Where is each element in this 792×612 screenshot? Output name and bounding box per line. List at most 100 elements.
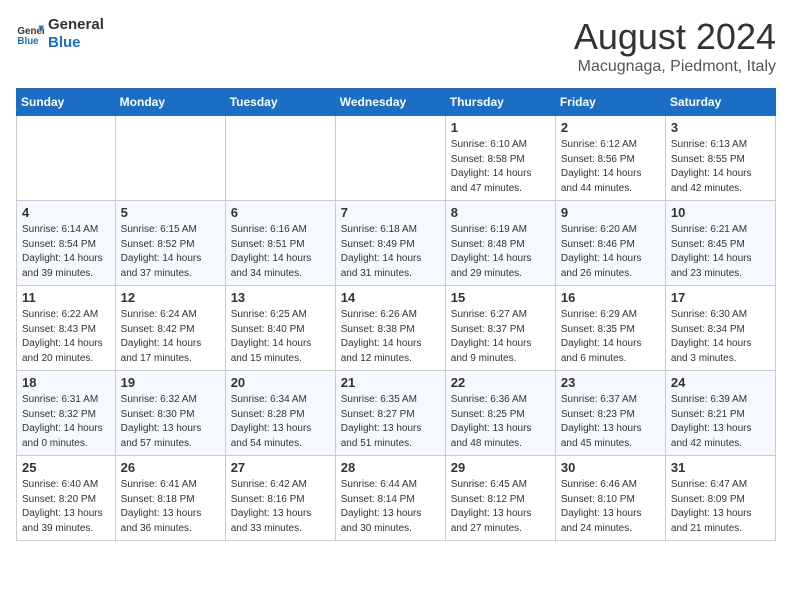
day-number: 7 [341, 205, 440, 220]
day-info: Sunrise: 6:14 AM Sunset: 8:54 PM Dayligh… [22, 223, 110, 281]
page-header: General Blue General Blue August 2024 Ma… [16, 16, 776, 76]
day-info: Sunrise: 6:26 AM Sunset: 8:38 PM Dayligh… [341, 308, 440, 366]
weekday-header-friday: Friday [555, 89, 665, 116]
day-info: Sunrise: 6:22 AM Sunset: 8:43 PM Dayligh… [22, 308, 110, 366]
day-number: 19 [121, 375, 220, 390]
day-number: 13 [231, 290, 330, 305]
calendar-cell: 31Sunrise: 6:47 AM Sunset: 8:09 PM Dayli… [665, 456, 775, 541]
day-info: Sunrise: 6:34 AM Sunset: 8:28 PM Dayligh… [231, 393, 330, 451]
day-info: Sunrise: 6:21 AM Sunset: 8:45 PM Dayligh… [671, 223, 770, 281]
calendar-week-2: 4 Sunrise: 6:14 AM Sunset: 8:54 PM Daylig… [17, 201, 776, 286]
day-info: Sunrise: 6:36 AM Sunset: 8:25 PM Dayligh… [451, 393, 550, 451]
day-number: 9 [561, 205, 660, 220]
calendar-cell: 24Sunrise: 6:39 AM Sunset: 8:21 PM Dayli… [665, 371, 775, 456]
day-number: 5 [121, 205, 220, 220]
logo-icon: General Blue [16, 20, 44, 48]
calendar-cell: 10 Sunrise: 6:21 AM Sunset: 8:45 PM Dayli… [665, 201, 775, 286]
calendar-cell: 6 Sunrise: 6:16 AM Sunset: 8:51 PM Daylig… [225, 201, 335, 286]
day-info: Sunrise: 6:30 AM Sunset: 8:34 PM Dayligh… [671, 308, 770, 366]
day-number: 16 [561, 290, 660, 305]
day-info: Sunrise: 6:42 AM Sunset: 8:16 PM Dayligh… [231, 478, 330, 536]
weekday-header-row: SundayMondayTuesdayWednesdayThursdayFrid… [17, 89, 776, 116]
day-number: 21 [341, 375, 440, 390]
logo-line2: Blue [48, 34, 104, 52]
day-number: 25 [22, 460, 110, 475]
day-number: 3 [671, 120, 770, 135]
weekday-header-monday: Monday [115, 89, 225, 116]
day-info: Sunrise: 6:37 AM Sunset: 8:23 PM Dayligh… [561, 393, 660, 451]
day-number: 30 [561, 460, 660, 475]
day-number: 18 [22, 375, 110, 390]
day-info: Sunrise: 6:15 AM Sunset: 8:52 PM Dayligh… [121, 223, 220, 281]
calendar-cell: 20 Sunrise: 6:34 AM Sunset: 8:28 PM Dayli… [225, 371, 335, 456]
day-info: Sunrise: 6:10 AM Sunset: 8:58 PM Dayligh… [451, 138, 550, 196]
calendar-cell: 23 Sunrise: 6:37 AM Sunset: 8:23 PM Dayli… [555, 371, 665, 456]
calendar-body: 1 Sunrise: 6:10 AM Sunset: 8:58 PM Daylig… [17, 116, 776, 541]
day-number: 4 [22, 205, 110, 220]
calendar-cell: 7 Sunrise: 6:18 AM Sunset: 8:49 PM Daylig… [335, 201, 445, 286]
day-number: 28 [341, 460, 440, 475]
calendar-cell: 27Sunrise: 6:42 AM Sunset: 8:16 PM Dayli… [225, 456, 335, 541]
calendar-cell: 29Sunrise: 6:45 AM Sunset: 8:12 PM Dayli… [445, 456, 555, 541]
day-info: Sunrise: 6:35 AM Sunset: 8:27 PM Dayligh… [341, 393, 440, 451]
day-info: Sunrise: 6:31 AM Sunset: 8:32 PM Dayligh… [22, 393, 110, 451]
day-info: Sunrise: 6:16 AM Sunset: 8:51 PM Dayligh… [231, 223, 330, 281]
day-number: 17 [671, 290, 770, 305]
calendar-cell: 28 Sunrise: 6:44 AM Sunset: 8:14 PM Dayli… [335, 456, 445, 541]
day-number: 11 [22, 290, 110, 305]
calendar-cell [225, 116, 335, 201]
calendar-week-1: 1 Sunrise: 6:10 AM Sunset: 8:58 PM Daylig… [17, 116, 776, 201]
weekday-header-wednesday: Wednesday [335, 89, 445, 116]
day-info: Sunrise: 6:18 AM Sunset: 8:49 PM Dayligh… [341, 223, 440, 281]
day-info: Sunrise: 6:47 AM Sunset: 8:09 PM Dayligh… [671, 478, 770, 536]
day-info: Sunrise: 6:13 AM Sunset: 8:55 PM Dayligh… [671, 138, 770, 196]
day-number: 23 [561, 375, 660, 390]
calendar-week-4: 18 Sunrise: 6:31 AM Sunset: 8:32 PM Dayli… [17, 371, 776, 456]
calendar-cell: 18 Sunrise: 6:31 AM Sunset: 8:32 PM Dayli… [17, 371, 116, 456]
logo: General Blue General Blue [16, 16, 104, 52]
calendar-cell: 30Sunrise: 6:46 AM Sunset: 8:10 PM Dayli… [555, 456, 665, 541]
calendar-cell [335, 116, 445, 201]
calendar-week-3: 11 Sunrise: 6:22 AM Sunset: 8:43 PM Dayli… [17, 286, 776, 371]
calendar-cell: 12 Sunrise: 6:24 AM Sunset: 8:42 PM Dayli… [115, 286, 225, 371]
calendar-cell: 15 Sunrise: 6:27 AM Sunset: 8:37 PM Dayli… [445, 286, 555, 371]
day-info: Sunrise: 6:44 AM Sunset: 8:14 PM Dayligh… [341, 478, 440, 536]
day-number: 15 [451, 290, 550, 305]
calendar-cell: 26 Sunrise: 6:41 AM Sunset: 8:18 PM Dayli… [115, 456, 225, 541]
calendar-cell: 1 Sunrise: 6:10 AM Sunset: 8:58 PM Daylig… [445, 116, 555, 201]
calendar-cell: 13 Sunrise: 6:25 AM Sunset: 8:40 PM Dayli… [225, 286, 335, 371]
day-number: 8 [451, 205, 550, 220]
weekday-header-sunday: Sunday [17, 89, 116, 116]
svg-text:Blue: Blue [17, 36, 39, 47]
calendar-cell: 8Sunrise: 6:19 AM Sunset: 8:48 PM Daylig… [445, 201, 555, 286]
day-info: Sunrise: 6:41 AM Sunset: 8:18 PM Dayligh… [121, 478, 220, 536]
day-info: Sunrise: 6:27 AM Sunset: 8:37 PM Dayligh… [451, 308, 550, 366]
calendar-cell: 17 Sunrise: 6:30 AM Sunset: 8:34 PM Dayli… [665, 286, 775, 371]
day-info: Sunrise: 6:24 AM Sunset: 8:42 PM Dayligh… [121, 308, 220, 366]
calendar-cell: 9Sunrise: 6:20 AM Sunset: 8:46 PM Daylig… [555, 201, 665, 286]
month-title: August 2024 [574, 16, 776, 58]
day-number: 1 [451, 120, 550, 135]
day-number: 10 [671, 205, 770, 220]
day-number: 26 [121, 460, 220, 475]
day-number: 20 [231, 375, 330, 390]
day-number: 6 [231, 205, 330, 220]
day-info: Sunrise: 6:25 AM Sunset: 8:40 PM Dayligh… [231, 308, 330, 366]
calendar-cell: 4 Sunrise: 6:14 AM Sunset: 8:54 PM Daylig… [17, 201, 116, 286]
location-title: Macugnaga, Piedmont, Italy [574, 58, 776, 76]
calendar-cell: 5 Sunrise: 6:15 AM Sunset: 8:52 PM Daylig… [115, 201, 225, 286]
title-block: August 2024 Macugnaga, Piedmont, Italy [574, 16, 776, 76]
calendar-week-5: 25Sunrise: 6:40 AM Sunset: 8:20 PM Dayli… [17, 456, 776, 541]
day-number: 2 [561, 120, 660, 135]
calendar-cell: 3 Sunrise: 6:13 AM Sunset: 8:55 PM Daylig… [665, 116, 775, 201]
calendar-cell: 25Sunrise: 6:40 AM Sunset: 8:20 PM Dayli… [17, 456, 116, 541]
weekday-header-thursday: Thursday [445, 89, 555, 116]
calendar-cell: 2 Sunrise: 6:12 AM Sunset: 8:56 PM Daylig… [555, 116, 665, 201]
weekday-header-saturday: Saturday [665, 89, 775, 116]
weekday-header-tuesday: Tuesday [225, 89, 335, 116]
calendar-cell: 11 Sunrise: 6:22 AM Sunset: 8:43 PM Dayli… [17, 286, 116, 371]
calendar-cell: 19Sunrise: 6:32 AM Sunset: 8:30 PM Dayli… [115, 371, 225, 456]
day-info: Sunrise: 6:12 AM Sunset: 8:56 PM Dayligh… [561, 138, 660, 196]
day-number: 12 [121, 290, 220, 305]
day-number: 14 [341, 290, 440, 305]
